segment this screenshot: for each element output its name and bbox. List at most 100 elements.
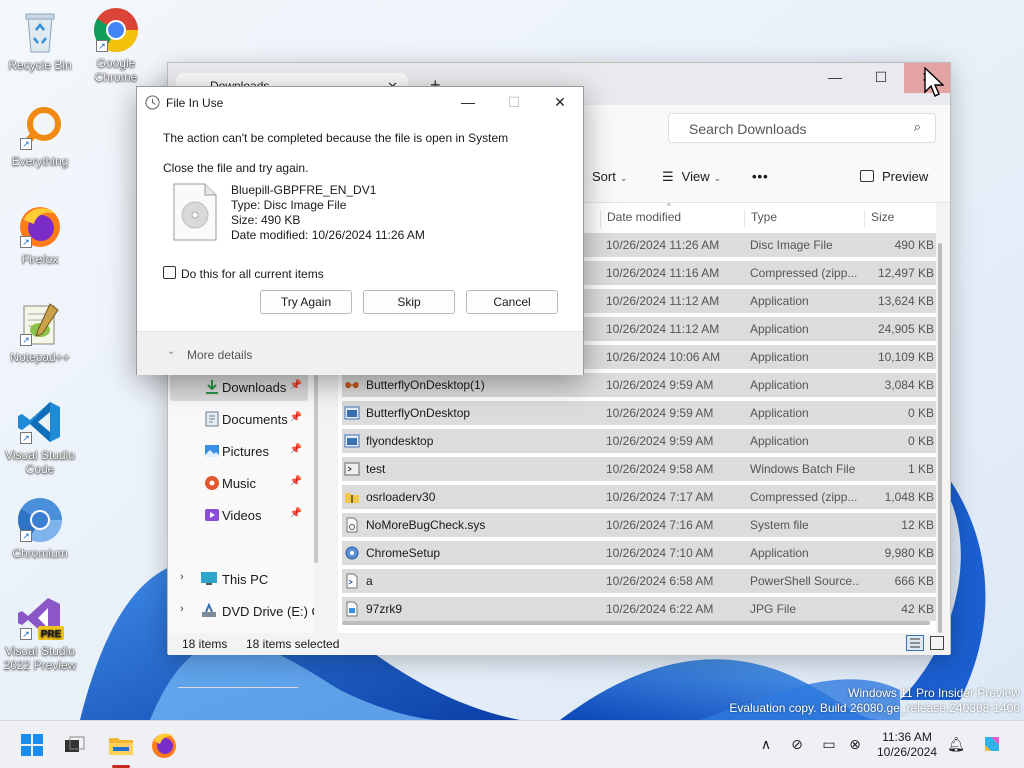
file-size-cell: 0 KB (907, 406, 934, 420)
details-view-button[interactable] (906, 635, 924, 651)
column-header-type[interactable]: Type (744, 210, 864, 228)
desktop-icon-notepadpp[interactable]: ↗ Notepad++ (2, 300, 78, 364)
item-count: 18 items (182, 637, 228, 651)
desktop-icon-everything[interactable]: ↗ Everything (2, 104, 78, 168)
large-icons-view-button[interactable] (930, 636, 944, 650)
column-label: Type (751, 210, 778, 224)
file-size: Size: 490 KB (231, 213, 301, 227)
table-row[interactable]: NoMoreBugCheck.sys 10/26/2024 7:16 AM Syst… (342, 513, 936, 537)
shortcut-arrow-icon: ↗ (20, 628, 32, 640)
table-row[interactable]: ButterflyOnDesktop 10/26/2024 9:59 AM Appl… (342, 401, 936, 425)
horizontal-scrollbar[interactable] (342, 621, 930, 625)
dialog-close-button[interactable]: ✕ (537, 87, 583, 117)
cancel-button[interactable]: Cancel (466, 290, 558, 314)
file-size-cell: 1,048 KB (884, 490, 934, 504)
file-date-cell: 10/26/2024 7:10 AM (606, 546, 714, 560)
sort-ascending-icon: ^ (667, 203, 671, 211)
column-header-size[interactable]: Size (864, 210, 936, 228)
setup-icon (345, 546, 359, 560)
chevron-right-icon[interactable]: › (180, 603, 184, 615)
pin-icon: 📌 (289, 380, 302, 391)
nav-item-music[interactable]: Music 📌 (170, 469, 308, 497)
nav-item-this-pc[interactable]: › This PC (168, 565, 314, 593)
try-again-button[interactable]: Try Again (260, 290, 352, 314)
status-bar: 18 items 18 items selected (168, 633, 950, 655)
view-button[interactable]: ☰ View ⌄ (662, 169, 721, 185)
display-icon[interactable]: ▭ (820, 735, 838, 753)
file-type-cell: Application (750, 294, 809, 308)
chevron-right-icon[interactable]: › (180, 571, 184, 583)
desktop-icon-label: Visual Studio Code (5, 448, 75, 476)
sort-button[interactable]: ↓Sort⌄ (580, 169, 627, 184)
desktop-icon-recycle-bin[interactable]: Recycle Bin (2, 8, 78, 72)
music-icon (205, 476, 219, 490)
task-view-button[interactable] (58, 729, 90, 761)
preview-pane-button[interactable]: Preview (860, 169, 928, 184)
apply-to-all-checkbox[interactable] (163, 266, 176, 279)
shortcut-arrow-icon: ↗ (20, 530, 32, 542)
clock-time: 11:36 AM (882, 730, 932, 744)
pin-icon: 📌 (289, 444, 302, 455)
desktop-icon-firefox[interactable]: ↗ Firefox (2, 202, 78, 266)
skip-button[interactable]: Skip (363, 290, 455, 314)
file-size-cell: 42 KB (901, 602, 934, 616)
table-row[interactable]: 97zrk9 10/26/2024 6:22 AM JPG File 42 KB (342, 597, 936, 621)
file-name-cell: NoMoreBugCheck.sys (366, 518, 486, 532)
notification-bell-icon[interactable]: 🔔︎ (947, 735, 965, 753)
shortcut-arrow-icon: ↗ (96, 40, 108, 52)
task-view-icon (65, 736, 85, 752)
table-row[interactable]: ChromeSetup 10/26/2024 7:10 AM Application… (342, 541, 936, 565)
more-details-toggle[interactable]: More details (187, 348, 252, 362)
dialog-title: File In Use (166, 96, 224, 110)
table-row[interactable]: a 10/26/2024 6:58 AM PowerShell Source... 6… (342, 569, 936, 593)
file-name-cell: test (366, 462, 386, 476)
file-type-cell: Application (750, 406, 809, 420)
table-row[interactable]: ButterflyOnDesktop(1) 10/26/2024 9:59 AM A… (342, 373, 936, 397)
zip-icon (345, 493, 359, 503)
table-row[interactable]: flyondesktop 10/26/2024 9:59 AM Applicatio… (342, 429, 936, 453)
column-header-date-modified[interactable]: ^ Date modified (600, 203, 744, 228)
nav-item-label: Downloads (222, 380, 287, 395)
network-disconnected-icon[interactable]: ⊘ (788, 735, 806, 753)
nav-divider (178, 687, 298, 688)
clock-icon (145, 95, 160, 110)
search-input[interactable]: Search Downloads ⌕ (668, 113, 936, 143)
file-date-cell: 10/26/2024 11:12 AM (606, 322, 720, 336)
powershell-icon (346, 573, 358, 589)
copilot-preview-icon[interactable] (981, 733, 1003, 755)
file-size-cell: 12,497 KB (877, 266, 934, 280)
file-size-cell: 12 KB (901, 518, 934, 532)
table-row[interactable]: test 10/26/2024 9:58 AM Windows Batch File… (342, 457, 936, 481)
file-list-scrollbar[interactable] (938, 243, 942, 633)
maximize-button[interactable]: ☐ (858, 63, 904, 93)
file-name-cell: osrloaderv30 (366, 490, 436, 504)
start-button[interactable] (16, 729, 48, 761)
nav-item-downloads[interactable]: Downloads 📌 (170, 373, 308, 401)
view-icon: ☰ (662, 169, 674, 184)
nav-item-pictures[interactable]: Pictures 📌 (170, 437, 308, 465)
table-row[interactable]: osrloaderv30 10/26/2024 7:17 AM Compressed… (342, 485, 936, 509)
file-name-cell: 97zrk9 (366, 602, 403, 616)
taskbar-firefox[interactable] (148, 729, 180, 761)
file-size-cell: 24,905 KB (877, 322, 934, 336)
volume-muted-icon[interactable]: ⊗ (846, 735, 864, 753)
batch-icon (344, 462, 360, 476)
dialog-maximize-button: ☐ (507, 94, 521, 110)
desktop-icon-vscode[interactable]: ↗ Visual Studio Code (2, 398, 78, 476)
taskbar-file-explorer[interactable] (105, 729, 137, 761)
chevron-down-icon: ⌄ (713, 173, 722, 183)
dialog-minimize-button[interactable]: — (445, 87, 491, 117)
desktop-icon-google-chrome[interactable]: ↗ Google Chrome (78, 6, 154, 84)
desktop-icon-visual-studio-2022-preview[interactable]: PRE ↗ Visual Studio 2022 Preview (2, 594, 78, 672)
nav-item-documents[interactable]: Documents 📌 (170, 405, 308, 433)
nav-item-videos[interactable]: Videos 📌 (170, 501, 308, 529)
minimize-button[interactable]: — (812, 63, 858, 93)
nav-item-dvd-drive[interactable]: › DVD Drive (E:) G (168, 597, 314, 625)
apply-to-all-label[interactable]: Do this for all current items (181, 267, 324, 281)
clock[interactable]: 11:36 AM 10/26/2024 (872, 730, 942, 760)
show-hidden-icons-button[interactable]: ∧ (757, 735, 775, 753)
file-date-modified: Date modified: 10/26/2024 11:26 AM (231, 228, 425, 242)
chevron-down-icon[interactable]: ⌄ (167, 346, 175, 357)
desktop-icon-chromium[interactable]: ↗ Chromium (2, 496, 78, 560)
more-options-button[interactable]: ••• (752, 169, 769, 184)
